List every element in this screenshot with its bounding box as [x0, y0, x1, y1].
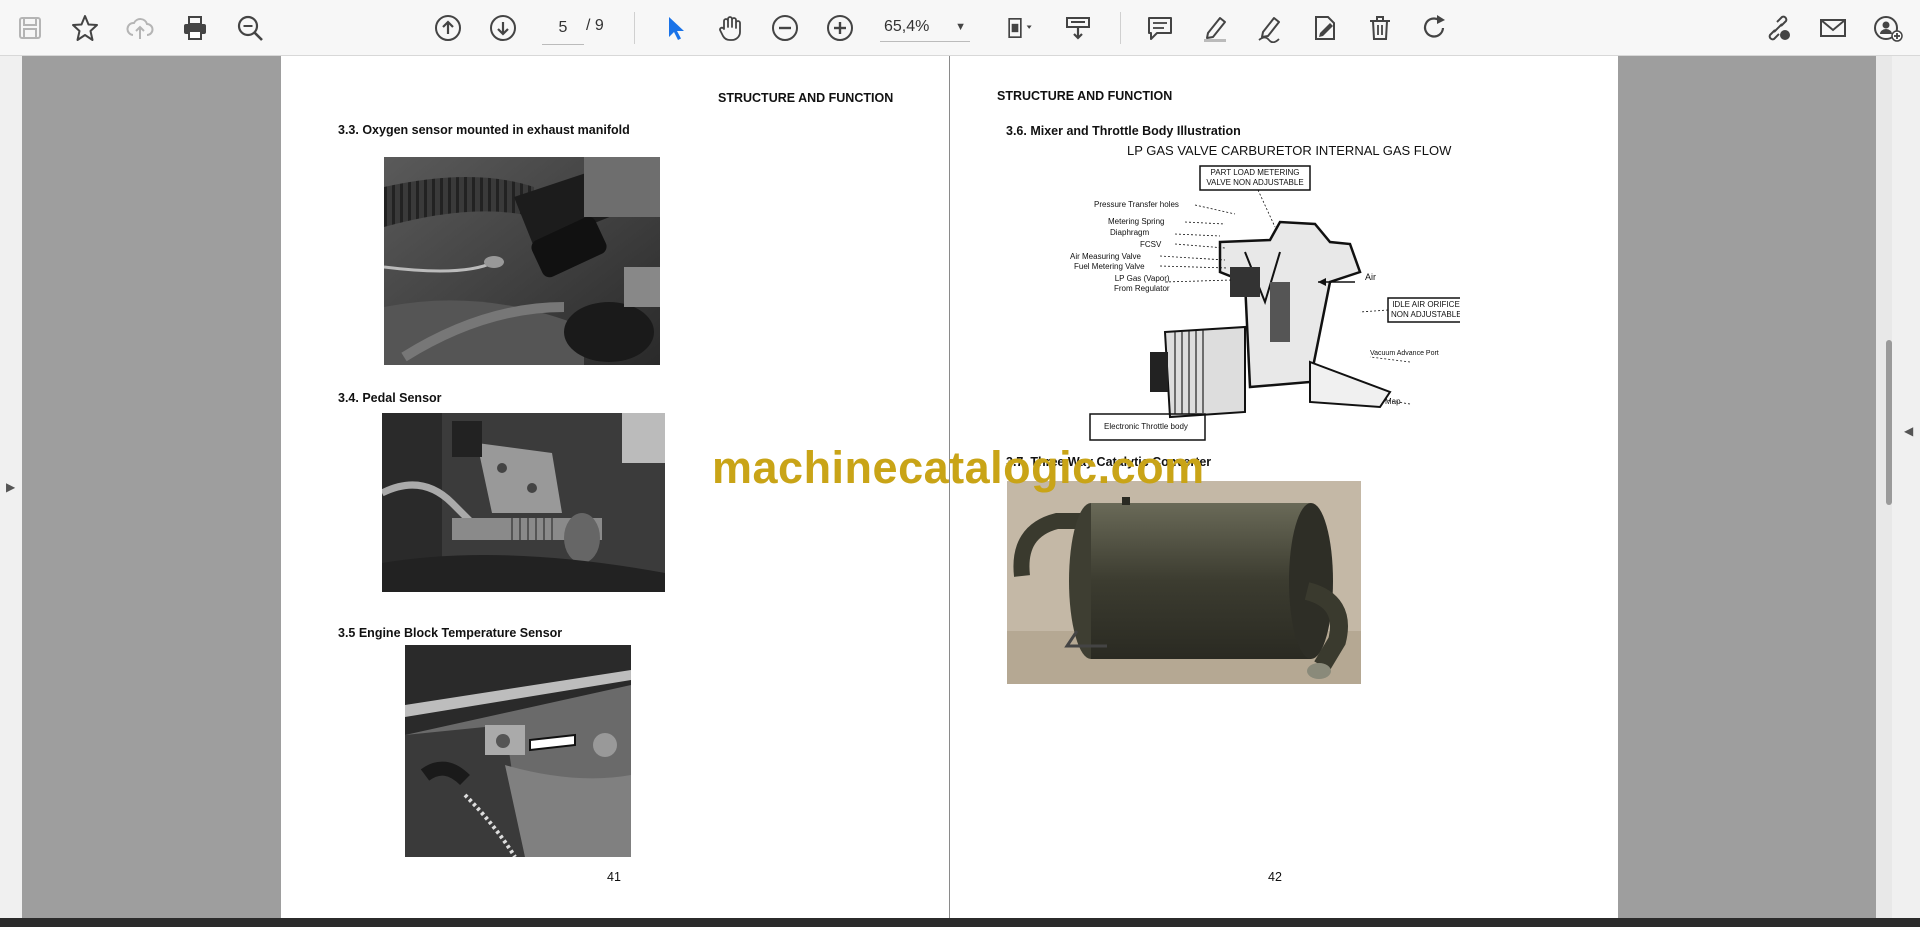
hand-icon[interactable] [710, 8, 750, 48]
diagram-label: Map [1385, 397, 1401, 406]
separator [1120, 12, 1121, 44]
page-number-input[interactable] [542, 12, 584, 45]
highlight-pen-icon[interactable] [1195, 8, 1235, 48]
zoom-value: 65,4% [884, 17, 930, 35]
email-icon[interactable] [1813, 8, 1853, 48]
diagram-label: Air [1365, 272, 1376, 282]
label-text: From Regulator [1114, 284, 1170, 293]
zoom-select[interactable]: 65,4% ▼ [880, 12, 970, 42]
add-user-icon[interactable] [1868, 8, 1908, 48]
label-text: NON ADJUSTABLE [1391, 310, 1460, 319]
chevron-left-icon[interactable]: ◀ [1904, 424, 1913, 438]
section-heading: 3.5 Engine Block Temperature Sensor [338, 626, 563, 640]
page-header: STRUCTURE AND FUNCTION [718, 91, 894, 105]
toolbar: / 9 65,4% ▼ [0, 0, 1920, 56]
star-icon[interactable] [65, 8, 105, 48]
section-heading: 3.3. Oxygen sensor mounted in exhaust ma… [338, 123, 630, 137]
label-text: IDLE AIR ORIFICE [1392, 300, 1460, 309]
diagram-label: Fuel Metering Valve [1074, 262, 1145, 271]
chevron-right-icon[interactable]: ▶ [6, 480, 15, 494]
diagram-title: LP GAS VALVE CARBURETOR INTERNAL GAS FLO… [1127, 143, 1452, 158]
comment-icon[interactable] [1140, 8, 1180, 48]
diagram-label: Metering Spring [1108, 217, 1165, 226]
diagram-label: Diaphragm [1110, 228, 1150, 237]
draw-pen-icon[interactable] [1250, 8, 1290, 48]
page-up-icon[interactable] [428, 8, 468, 48]
diagram-label: LP Gas (Vapor) From Regulator [1114, 274, 1170, 294]
zoom-search-icon[interactable] [230, 8, 270, 48]
separator [634, 12, 635, 44]
trash-icon[interactable] [1360, 8, 1400, 48]
cloud-upload-icon[interactable] [120, 8, 160, 48]
diagram-label: IDLE AIR ORIFICE NON ADJUSTABLE [1391, 300, 1460, 320]
left-panel-toggle[interactable]: ▶ [0, 56, 22, 920]
save-icon[interactable] [10, 8, 50, 48]
diagram-label: Pressure Transfer holes [1094, 200, 1179, 209]
carburetor-diagram: PART LOAD METERING VALVE NON ADJUSTABLE P… [1070, 162, 1460, 446]
stamp-icon[interactable] [1305, 8, 1345, 48]
diagram-label: Electronic Throttle body [1104, 422, 1188, 431]
label-text: LP Gas (Vapor) [1114, 274, 1170, 283]
scroll-mode-icon[interactable] [1058, 8, 1098, 48]
chevron-down-icon: ▼ [955, 20, 966, 33]
diagram-label: Air Measuring Valve [1070, 252, 1141, 261]
page-number: 41 [607, 870, 621, 884]
status-bar [0, 918, 1920, 927]
zoom-out-icon[interactable] [765, 8, 805, 48]
section-heading: 3.6. Mixer and Throttle Body Illustratio… [1006, 124, 1241, 138]
watermark-text: machinecatalogic.com [712, 442, 1205, 493]
engine-temp-sensor-photo [405, 645, 631, 857]
pedal-sensor-photo [382, 413, 665, 592]
diagram-label: PART LOAD METERING VALVE NON ADJUSTABLE [1205, 168, 1305, 188]
share-link-icon[interactable] [1758, 8, 1798, 48]
page-header: STRUCTURE AND FUNCTION [997, 89, 1173, 103]
section-heading: 3.4. Pedal Sensor [338, 391, 442, 405]
print-icon[interactable] [175, 8, 215, 48]
page-number: 42 [1268, 870, 1282, 884]
zoom-in-icon[interactable] [820, 8, 860, 48]
label-text: PART LOAD METERING [1210, 168, 1300, 177]
page-fit-icon[interactable] [995, 8, 1045, 48]
diagram-label: FCSV [1140, 240, 1162, 249]
oxygen-sensor-photo [384, 157, 660, 365]
diagram-label: Vacuum Advance Port [1370, 350, 1439, 357]
page-total: / 9 [586, 17, 604, 34]
label-text: VALVE NON ADJUSTABLE [1206, 178, 1304, 187]
scrollbar-thumb[interactable] [1886, 340, 1892, 505]
catalytic-converter-photo [1007, 481, 1361, 684]
redo-icon[interactable] [1415, 8, 1455, 48]
page-down-icon[interactable] [483, 8, 523, 48]
select-cursor-icon[interactable] [655, 8, 695, 48]
